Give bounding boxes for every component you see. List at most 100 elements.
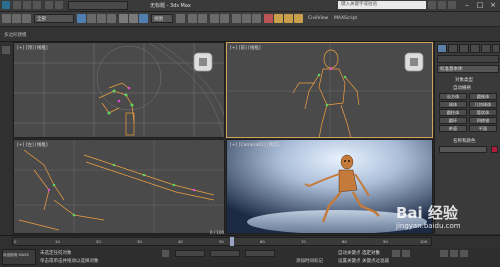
timeline-tick: 40	[178, 239, 183, 244]
rotate-icon[interactable]	[129, 14, 138, 23]
tube-button[interactable]: 管状体	[469, 109, 497, 116]
material-editor-icon[interactable]	[264, 14, 273, 23]
move-icon[interactable]	[119, 14, 128, 23]
timeline-tick: 0	[14, 239, 17, 244]
left-tool-strip	[0, 42, 12, 242]
viewport-layout-icon[interactable]	[2, 46, 10, 54]
pyramid-button[interactable]: 四棱锥	[469, 117, 497, 124]
unlink-icon[interactable]	[22, 14, 31, 23]
y-coordinate-field[interactable]	[210, 250, 240, 257]
key-filter-button[interactable]: 关键点过滤器	[362, 258, 389, 264]
angle-snap-icon[interactable]	[198, 14, 207, 23]
viewport-left[interactable]: [+] [左] [线框]	[13, 139, 225, 234]
frame-counter[interactable]: 0 / 100	[210, 230, 224, 235]
viewport-top[interactable]: [+] [顶] [线框]	[13, 42, 225, 138]
torus-button[interactable]: 圆环	[439, 117, 467, 124]
object-category-dropdown[interactable]: 标准基本体	[437, 65, 499, 73]
status-selection-text: 未选定任何对象	[40, 251, 72, 256]
pan-icon[interactable]	[450, 250, 458, 257]
app-logo-icon[interactable]	[2, 1, 10, 9]
selected-dropdown[interactable]: 选定对象	[362, 250, 380, 256]
snap-toggle-icon[interactable]	[188, 14, 197, 23]
maximize-button[interactable]: □	[473, 0, 487, 10]
viewport-label[interactable]: [+] [Camera01] [真实]	[230, 142, 280, 148]
undo-tool-icon[interactable]	[2, 14, 11, 23]
workspace-dropdown[interactable]	[68, 1, 128, 10]
minimize-button[interactable]: –	[460, 0, 474, 10]
cylinder-button[interactable]: 圆柱体	[439, 109, 467, 116]
play-button[interactable]	[392, 250, 400, 257]
geosphere-button[interactable]: 几何球体	[469, 101, 497, 108]
render-icon[interactable]	[294, 14, 303, 23]
section-name-color[interactable]: 名称和颜色	[453, 138, 476, 144]
search-input[interactable]: 键入关键字或短语	[338, 1, 426, 9]
user-icon[interactable]	[438, 1, 446, 9]
maxscript-welcome: 欢迎使用 MAXS	[3, 253, 29, 257]
modify-tab-icon[interactable]	[448, 44, 458, 53]
viewport-label[interactable]: [+] [顶] [线框]	[17, 45, 48, 51]
viewport-front[interactable]: [+] [前] [线框]	[226, 42, 433, 138]
select-by-name-icon[interactable]	[87, 14, 96, 23]
section-object-type[interactable]: 对象类型	[455, 77, 473, 83]
timeline-tick: 70	[301, 239, 306, 244]
ribbon-label[interactable]: 多边形建模	[4, 32, 27, 38]
curve-editor-icon[interactable]	[242, 14, 251, 23]
main-toolbar: 全部 视图 CivilView MAXScript	[0, 12, 500, 27]
auto-key-button[interactable]: 自动关键点	[338, 250, 361, 256]
schematic-view-icon[interactable]	[252, 14, 261, 23]
add-time-tag[interactable]: 添加时间标记	[296, 258, 323, 264]
link-icon[interactable]	[12, 14, 21, 23]
search-icon[interactable]	[428, 1, 436, 9]
render-setup-icon[interactable]	[274, 14, 283, 23]
save-file-icon[interactable]	[33, 1, 41, 9]
auto-grid-checkbox[interactable]: 自动栅格	[453, 85, 471, 91]
select-object-icon[interactable]	[77, 14, 86, 23]
set-key-button[interactable]: 设置关键点	[338, 258, 361, 264]
menu-maxscript[interactable]: MAXScript	[334, 16, 357, 21]
close-button[interactable]: ×	[486, 0, 500, 10]
viewport-label[interactable]: [+] [左] [线框]	[17, 142, 48, 148]
plane-button[interactable]: 平面	[469, 125, 497, 132]
create-tab-icon[interactable]	[437, 44, 447, 53]
box-button[interactable]: 长方体	[439, 93, 467, 100]
cone-button[interactable]: 圆锥体	[469, 93, 497, 100]
menu-civilview[interactable]: CivilView	[308, 16, 328, 21]
time-slider-handle[interactable]	[230, 237, 234, 246]
new-file-icon[interactable]	[13, 1, 21, 9]
selection-filter-dropdown[interactable]: 全部	[34, 14, 74, 23]
object-name-field[interactable]	[439, 146, 487, 153]
x-coordinate-field[interactable]	[175, 250, 205, 257]
timeline-tick: 30	[137, 239, 142, 244]
teapot-button[interactable]: 茶壶	[439, 125, 467, 132]
viewport-left-wireframe	[14, 140, 224, 233]
lock-icon[interactable]	[162, 250, 169, 257]
window-crossing-icon[interactable]	[107, 14, 116, 23]
layer-manager-icon[interactable]	[232, 14, 241, 23]
hierarchy-tab-icon[interactable]	[459, 44, 469, 53]
undo-icon[interactable]	[45, 1, 53, 9]
display-tab-icon[interactable]	[481, 44, 491, 53]
next-frame-button[interactable]	[402, 250, 410, 257]
zoom-extents-icon[interactable]	[440, 250, 448, 257]
object-color-swatch[interactable]	[491, 146, 498, 153]
sphere-button[interactable]: 球体	[439, 101, 467, 108]
orbit-icon[interactable]	[460, 250, 468, 257]
help-icon[interactable]	[448, 1, 456, 9]
motion-tab-icon[interactable]	[470, 44, 480, 53]
z-coordinate-field[interactable]	[245, 250, 275, 257]
utilities-tab-icon[interactable]	[492, 44, 500, 53]
timeline-tick: 50	[219, 239, 224, 244]
open-file-icon[interactable]	[23, 1, 31, 9]
redo-icon[interactable]	[55, 1, 63, 9]
title-bar: 无标题 - 3ds Max 键入关键字或短语 – □ ×	[0, 0, 500, 12]
reference-coordinate-dropdown[interactable]: 视图	[151, 14, 173, 23]
mirror-icon[interactable]	[210, 14, 219, 23]
render-frame-icon[interactable]	[284, 14, 293, 23]
pivot-center-icon[interactable]	[176, 14, 185, 23]
align-icon[interactable]	[220, 14, 229, 23]
rectangle-selection-icon[interactable]	[97, 14, 106, 23]
geometry-icon-row[interactable]	[437, 55, 499, 63]
status-bar: 欢迎使用 MAXS 未选定任何对象 单击或单击并拖动以选择对象 添加时间标记 自…	[0, 248, 500, 267]
viewport-label[interactable]: [+] [前] [线框]	[230, 45, 261, 51]
scale-icon[interactable]	[139, 14, 148, 23]
